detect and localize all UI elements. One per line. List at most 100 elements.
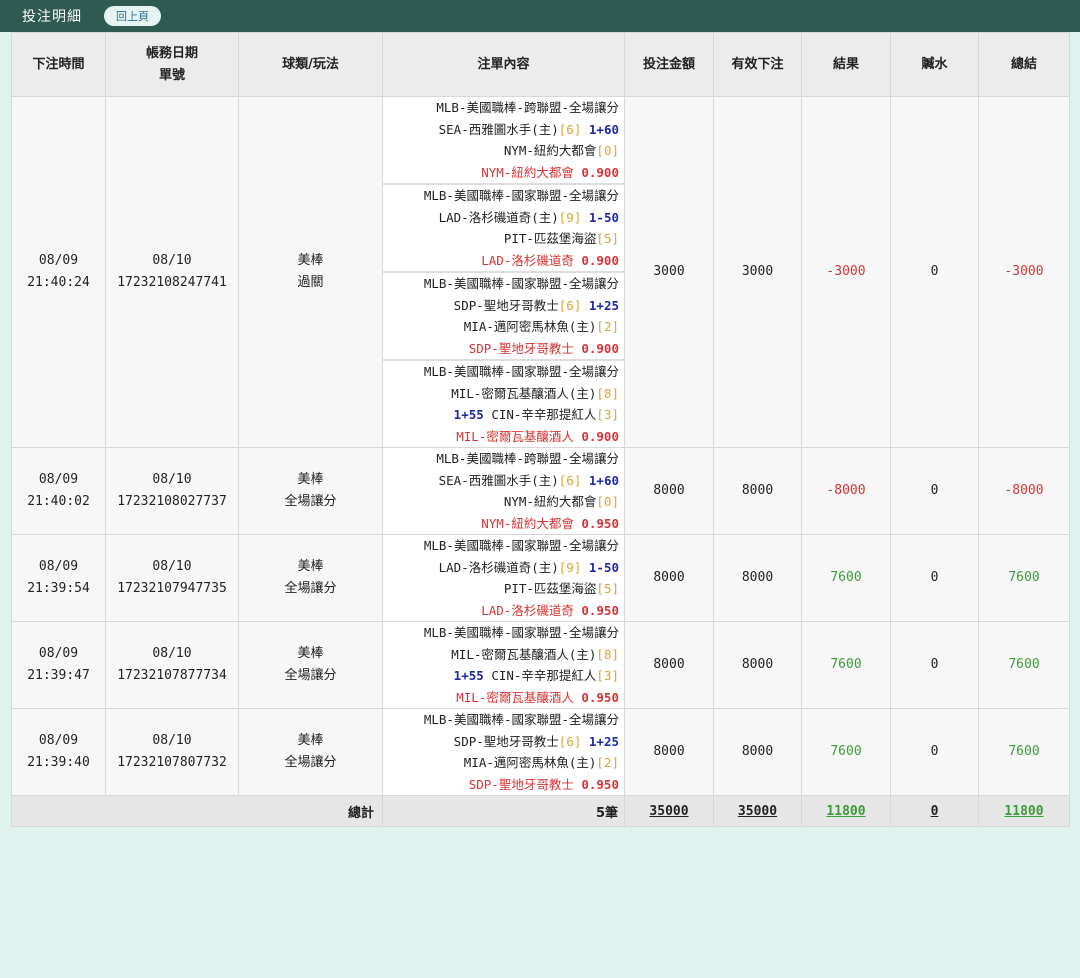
- bet-row: 08/09 21:39:54 08/10 17232107947735 美棒 全場讓分 ML…: [11, 534, 1070, 622]
- pitcher-tag: [0]: [596, 494, 619, 509]
- valid-bet: 8000: [713, 534, 802, 622]
- valid-bet: 8000: [713, 708, 802, 796]
- bet-row: 08/09 21:39:47 08/10 17232107877734 美棒 全場讓分 ML…: [11, 621, 1070, 709]
- team-name: NYM-紐約大都會: [503, 494, 597, 509]
- team-name: SEA-西雅圖水手(主): [438, 472, 559, 488]
- sport-type: 美棒: [297, 253, 324, 268]
- league-name: MLB-美國職棒-跨聯盟-全場讓分: [436, 100, 619, 115]
- sport-play: 美棒 過關: [238, 96, 383, 448]
- bet-detail-table: 下注時間 帳務日期 單號 球類/玩法 注單內容 投注金額 有效下注 結果 贓水 …: [11, 32, 1070, 827]
- pitcher-tag: [3]: [596, 668, 619, 683]
- col-header-content: 注單內容: [382, 32, 625, 97]
- ticket-number: 17232107947735: [117, 581, 227, 596]
- bet-rows: 08/09 21:40:24 08/10 17232108247741 美棒 過關 MLB-…: [11, 96, 1070, 796]
- bet-content: MLB-美國職棒-跨聯盟-全場讓分 SEA-西雅圖水手(主)[6] 1+60 NYM…: [382, 96, 625, 185]
- rebate: 0: [890, 447, 979, 535]
- pick-odds: 0.950: [581, 689, 619, 705]
- bet-total: 7600: [978, 621, 1070, 709]
- team-line-2: 1+55 CIN-辛辛那提紅人[3]: [388, 665, 619, 687]
- team-line-1: LAD-洛杉磯道奇(主)[9] 1-50: [388, 557, 619, 579]
- bet-time: 08/09 21:39:40: [11, 708, 106, 796]
- pitcher-tag: [5]: [596, 231, 619, 246]
- pick-line: LAD-洛杉磯道奇 0.950: [388, 600, 619, 622]
- team-name: CIN-辛辛那提紅人: [491, 407, 597, 422]
- bet-date: 08/09: [38, 253, 79, 268]
- league-line: MLB-美國職棒-國家聯盟-全場讓分: [388, 361, 619, 383]
- handicap-line: 1+25: [588, 733, 619, 749]
- col-header-rebate: 贓水: [890, 32, 979, 97]
- play-type: 全場讓分: [284, 494, 337, 509]
- ticket-number: 17232107807732: [117, 755, 227, 770]
- league-name: MLB-美國職棒-國家聯盟-全場讓分: [423, 625, 619, 640]
- team-name: MIL-密爾瓦基釀酒人(主): [451, 385, 597, 401]
- pick-line: MIL-密爾瓦基釀酒人 0.950: [388, 687, 619, 709]
- ticket-number: 17232108027737: [117, 494, 227, 509]
- team-line-2: MIA-邁阿密馬林魚(主)[2]: [388, 752, 619, 774]
- acct-date: 08/10: [152, 559, 192, 574]
- bet-result: 7600: [801, 534, 891, 622]
- sport-play: 美棒 全場讓分: [238, 534, 383, 622]
- pitcher-tag: [9]: [558, 559, 582, 575]
- acct-date: 08/10: [152, 253, 192, 268]
- summary-valid-value: 35000: [737, 803, 778, 819]
- pick-line: SDP-聖地牙哥教士 0.900: [388, 338, 619, 360]
- bet-result: -8000: [801, 447, 891, 535]
- pick-odds: 0.900: [581, 340, 619, 356]
- bet-content: MLB-美國職棒-國家聯盟-全場讓分 SDP-聖地牙哥教士[6] 1+25 MIA-…: [382, 708, 625, 796]
- sport-type: 美棒: [297, 559, 324, 574]
- pick-line: NYM-紐約大都會 0.950: [388, 513, 619, 535]
- col-header-amount: 投注金額: [624, 32, 714, 97]
- pick-odds: 0.900: [581, 164, 619, 180]
- pick-odds: 0.900: [581, 428, 619, 444]
- league-name: MLB-美國職棒-國家聯盟-全場讓分: [423, 364, 619, 379]
- valid-bet: 3000: [713, 96, 802, 448]
- bet-date: 08/09: [38, 559, 79, 574]
- bet-result: 7600: [801, 708, 891, 796]
- pitcher-tag: [0]: [596, 143, 619, 158]
- pitcher-tag: [5]: [596, 581, 619, 596]
- pick-team: NYM-紐約大都會: [481, 164, 574, 180]
- summary-count: 5筆: [382, 795, 625, 827]
- pick-line: LAD-洛杉磯道奇 0.900: [388, 250, 619, 272]
- handicap-line: 1+55: [453, 668, 484, 683]
- col-header-valid: 有效下注: [713, 32, 802, 97]
- summary-amount-value: 35000: [649, 803, 689, 819]
- league-name: MLB-美國職棒-國家聯盟-全場讓分: [423, 712, 619, 727]
- pick-line: SDP-聖地牙哥教士 0.950: [388, 774, 619, 796]
- summary-valid: 35000: [713, 795, 802, 827]
- bet-row: 08/09 21:40:24 08/10 17232108247741 美棒 過關 MLB-…: [11, 96, 1070, 448]
- acct-ticket: 08/10 17232107807732: [105, 708, 239, 796]
- sport-type: 美棒: [297, 472, 324, 487]
- team-name: PIT-匹茲堡海盜: [503, 231, 597, 246]
- team-line-1: SEA-西雅圖水手(主)[6] 1+60: [388, 470, 619, 492]
- pick-line: MIL-密爾瓦基釀酒人 0.900: [388, 426, 619, 448]
- bet-content: MLB-美國職棒-國家聯盟-全場讓分 MIL-密爾瓦基釀酒人(主)[8] 1+55 …: [382, 359, 625, 448]
- league-line: MLB-美國職棒-國家聯盟-全場讓分: [388, 185, 619, 207]
- team-name: SDP-聖地牙哥教士: [453, 297, 559, 313]
- valid-bet: 8000: [713, 621, 802, 709]
- team-name: PIT-匹茲堡海盜: [503, 581, 597, 596]
- back-button[interactable]: 回上頁: [104, 6, 161, 26]
- bet-time: 08/09 21:39:47: [11, 621, 106, 709]
- acct-ticket: 08/10 17232107947735: [105, 534, 239, 622]
- bet-clock: 21:40:02: [27, 494, 90, 509]
- acct-date: 08/10: [152, 472, 192, 487]
- summary-total: 11800: [978, 795, 1070, 827]
- league-name: MLB-美國職棒-國家聯盟-全場讓分: [423, 188, 619, 203]
- pitcher-tag: [6]: [558, 297, 582, 313]
- bet-total: -8000: [978, 447, 1070, 535]
- play-type: 過關: [297, 275, 324, 290]
- bet-result: 7600: [801, 621, 891, 709]
- rebate: 0: [890, 96, 979, 448]
- bet-total: 7600: [978, 534, 1070, 622]
- acct-date: 08/10: [152, 646, 192, 661]
- league-line: MLB-美國職棒-國家聯盟-全場讓分: [388, 273, 619, 295]
- league-line: MLB-美國職棒-跨聯盟-全場讓分: [388, 448, 619, 470]
- handicap-line: 1+60: [588, 121, 619, 137]
- summary-label: 總計: [11, 795, 383, 827]
- handicap-line: 1-50: [588, 559, 619, 575]
- pick-team: MIL-密爾瓦基釀酒人: [456, 428, 574, 444]
- pitcher-tag: [6]: [558, 472, 582, 488]
- team-line-1: SDP-聖地牙哥教士[6] 1+25: [388, 731, 619, 753]
- page-header: 投注明細 回上頁: [0, 0, 1080, 32]
